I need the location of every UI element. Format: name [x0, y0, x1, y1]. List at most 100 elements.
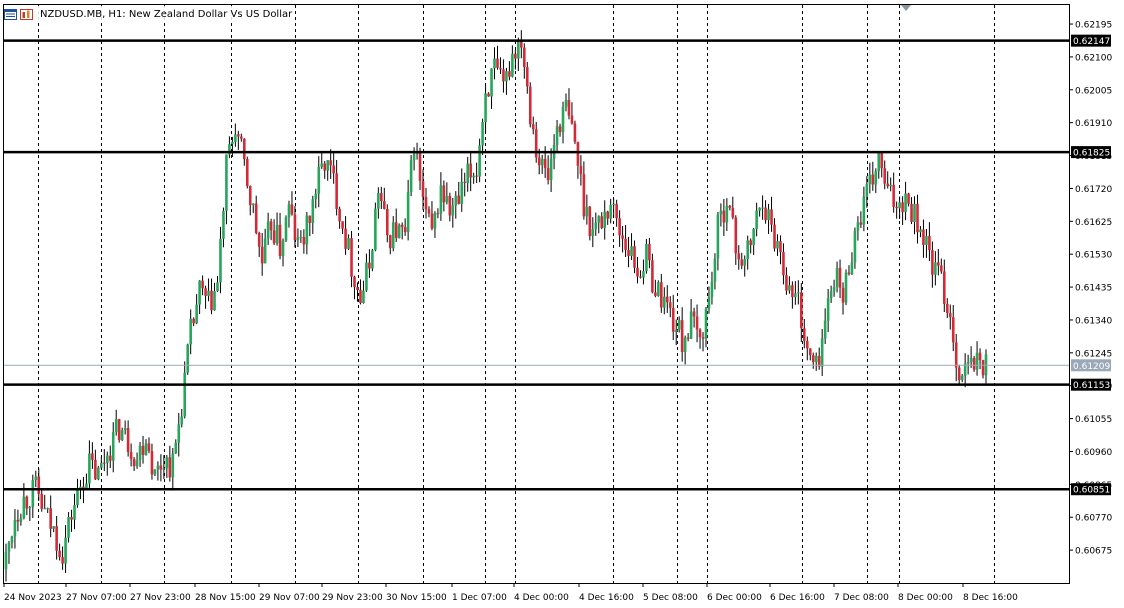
candle-body-bull: [788, 285, 791, 291]
chart-window-icon[interactable]: [4, 8, 17, 20]
candle-body-bear: [91, 453, 94, 460]
candle-body-bear: [606, 211, 610, 219]
candle-body-bull: [725, 205, 729, 223]
candle-body-bull: [517, 40, 520, 59]
candle-body-bull: [758, 207, 761, 211]
candle-body-bull: [34, 476, 38, 481]
candle-body-bear: [782, 252, 785, 276]
candle-body-bear: [859, 222, 863, 225]
candle-body-bull: [31, 480, 35, 508]
candle-body-bull: [505, 71, 508, 82]
candle-body-bull: [76, 488, 79, 506]
candle-body-bull: [960, 375, 964, 380]
candle-body-bear: [907, 193, 910, 204]
candle-body-bull: [850, 262, 854, 274]
candle-body-bear: [972, 358, 976, 370]
candle-body-bear: [430, 213, 434, 229]
candle-body-bear: [457, 195, 461, 204]
candle-body-bull: [445, 195, 449, 203]
candle-body-bear: [731, 207, 735, 218]
candle: [371, 248, 374, 272]
candle-body-bear: [70, 516, 73, 520]
price-tick-label: 0.62005: [1075, 86, 1112, 96]
candle-body-bear: [531, 124, 535, 130]
candle-body-bear: [403, 227, 407, 233]
candle-body-bull: [540, 158, 544, 166]
candle-body-bull: [183, 372, 187, 417]
price-tick-label: 0.61340: [1075, 316, 1112, 326]
candle: [374, 202, 377, 252]
candle-body-bear: [576, 141, 580, 166]
level-price-label: 0.61825: [1073, 149, 1110, 159]
candle: [588, 205, 592, 241]
candle-body-bull: [481, 121, 484, 146]
candle-body-bull: [219, 238, 222, 283]
candle-body-bear: [636, 267, 639, 277]
price-tick-label: 0.61435: [1075, 284, 1112, 294]
candle-body-bull: [123, 428, 127, 431]
candle-body-bear: [600, 216, 604, 229]
candle: [972, 355, 976, 372]
candle-body-bull: [28, 507, 32, 509]
candle-body-bear: [770, 209, 773, 225]
candle-body-bear: [627, 249, 630, 257]
time-tick-label: 8 Dec 00:00: [898, 593, 953, 603]
time-tick-label: 4 Dec 16:00: [579, 593, 634, 603]
candle-body-bear: [692, 311, 696, 317]
candle-body-bull: [409, 160, 413, 193]
indicator-list-icon[interactable]: [20, 8, 33, 20]
candle-body-bear: [272, 230, 276, 244]
candle-body-bear: [633, 246, 636, 268]
candle-body-bear: [764, 207, 767, 221]
candle-body-bear: [841, 287, 845, 303]
candle-body-bear: [344, 228, 347, 249]
candle-body-bull: [263, 238, 267, 264]
candle-body-bull: [10, 536, 14, 543]
candle-body-bull: [207, 290, 210, 296]
candle-body-bull: [296, 237, 300, 241]
candle-body-bear: [245, 159, 249, 186]
candle-body-bull: [97, 467, 100, 480]
time-tick-label: 27 Nov 07:00: [66, 593, 127, 603]
time-tick-label: 6 Dec 00:00: [707, 593, 762, 603]
candle-body-bull: [397, 224, 401, 239]
candle-body-bull: [975, 352, 979, 370]
candle-body-bear: [528, 86, 532, 125]
candle-body-bear: [487, 93, 490, 97]
candle-body-bear: [329, 160, 332, 166]
candle-body-bear: [942, 271, 946, 304]
candle-body-bull: [630, 246, 633, 257]
candle-body-bull: [844, 272, 848, 303]
candle-body-bull: [79, 486, 82, 489]
candle-body-bull: [195, 304, 198, 324]
chart-window[interactable]: 0.621950.621000.620050.619100.618150.617…: [0, 0, 1124, 608]
candle-body-bull: [904, 193, 907, 213]
candle-body-bull: [433, 213, 437, 229]
candle-body-bear: [543, 158, 547, 169]
candle-body-bear: [808, 348, 812, 356]
candle-body-bear: [240, 136, 243, 139]
candle-body-bull: [299, 236, 303, 238]
price-chart[interactable]: 0.621950.621000.620050.619100.618150.617…: [0, 0, 1124, 608]
candle-body-bull: [311, 199, 315, 223]
candle-body-bull: [362, 290, 365, 303]
price-tick-label: 0.62195: [1075, 21, 1112, 31]
price-tick-label: 0.61720: [1075, 185, 1112, 195]
candle-body-bull: [797, 292, 800, 294]
candle-body-bull: [743, 259, 747, 266]
candle-body-bull: [755, 210, 758, 230]
candle-body-bear: [665, 296, 669, 303]
candle-body-bull: [314, 193, 318, 200]
candle-body-bull: [814, 355, 818, 362]
candle-body-bull: [320, 163, 324, 167]
candle-body-bull: [73, 505, 76, 520]
candle-body-bear: [40, 493, 44, 509]
candle-body-bull: [105, 455, 109, 464]
candle-body-bear: [895, 206, 898, 209]
candle-body-bull: [4, 551, 8, 570]
candle-body-bear: [957, 367, 961, 380]
candle-body-bull: [305, 215, 309, 245]
candle-body-bull: [925, 235, 928, 246]
candle: [844, 269, 848, 306]
candle-body-bear: [579, 165, 583, 175]
